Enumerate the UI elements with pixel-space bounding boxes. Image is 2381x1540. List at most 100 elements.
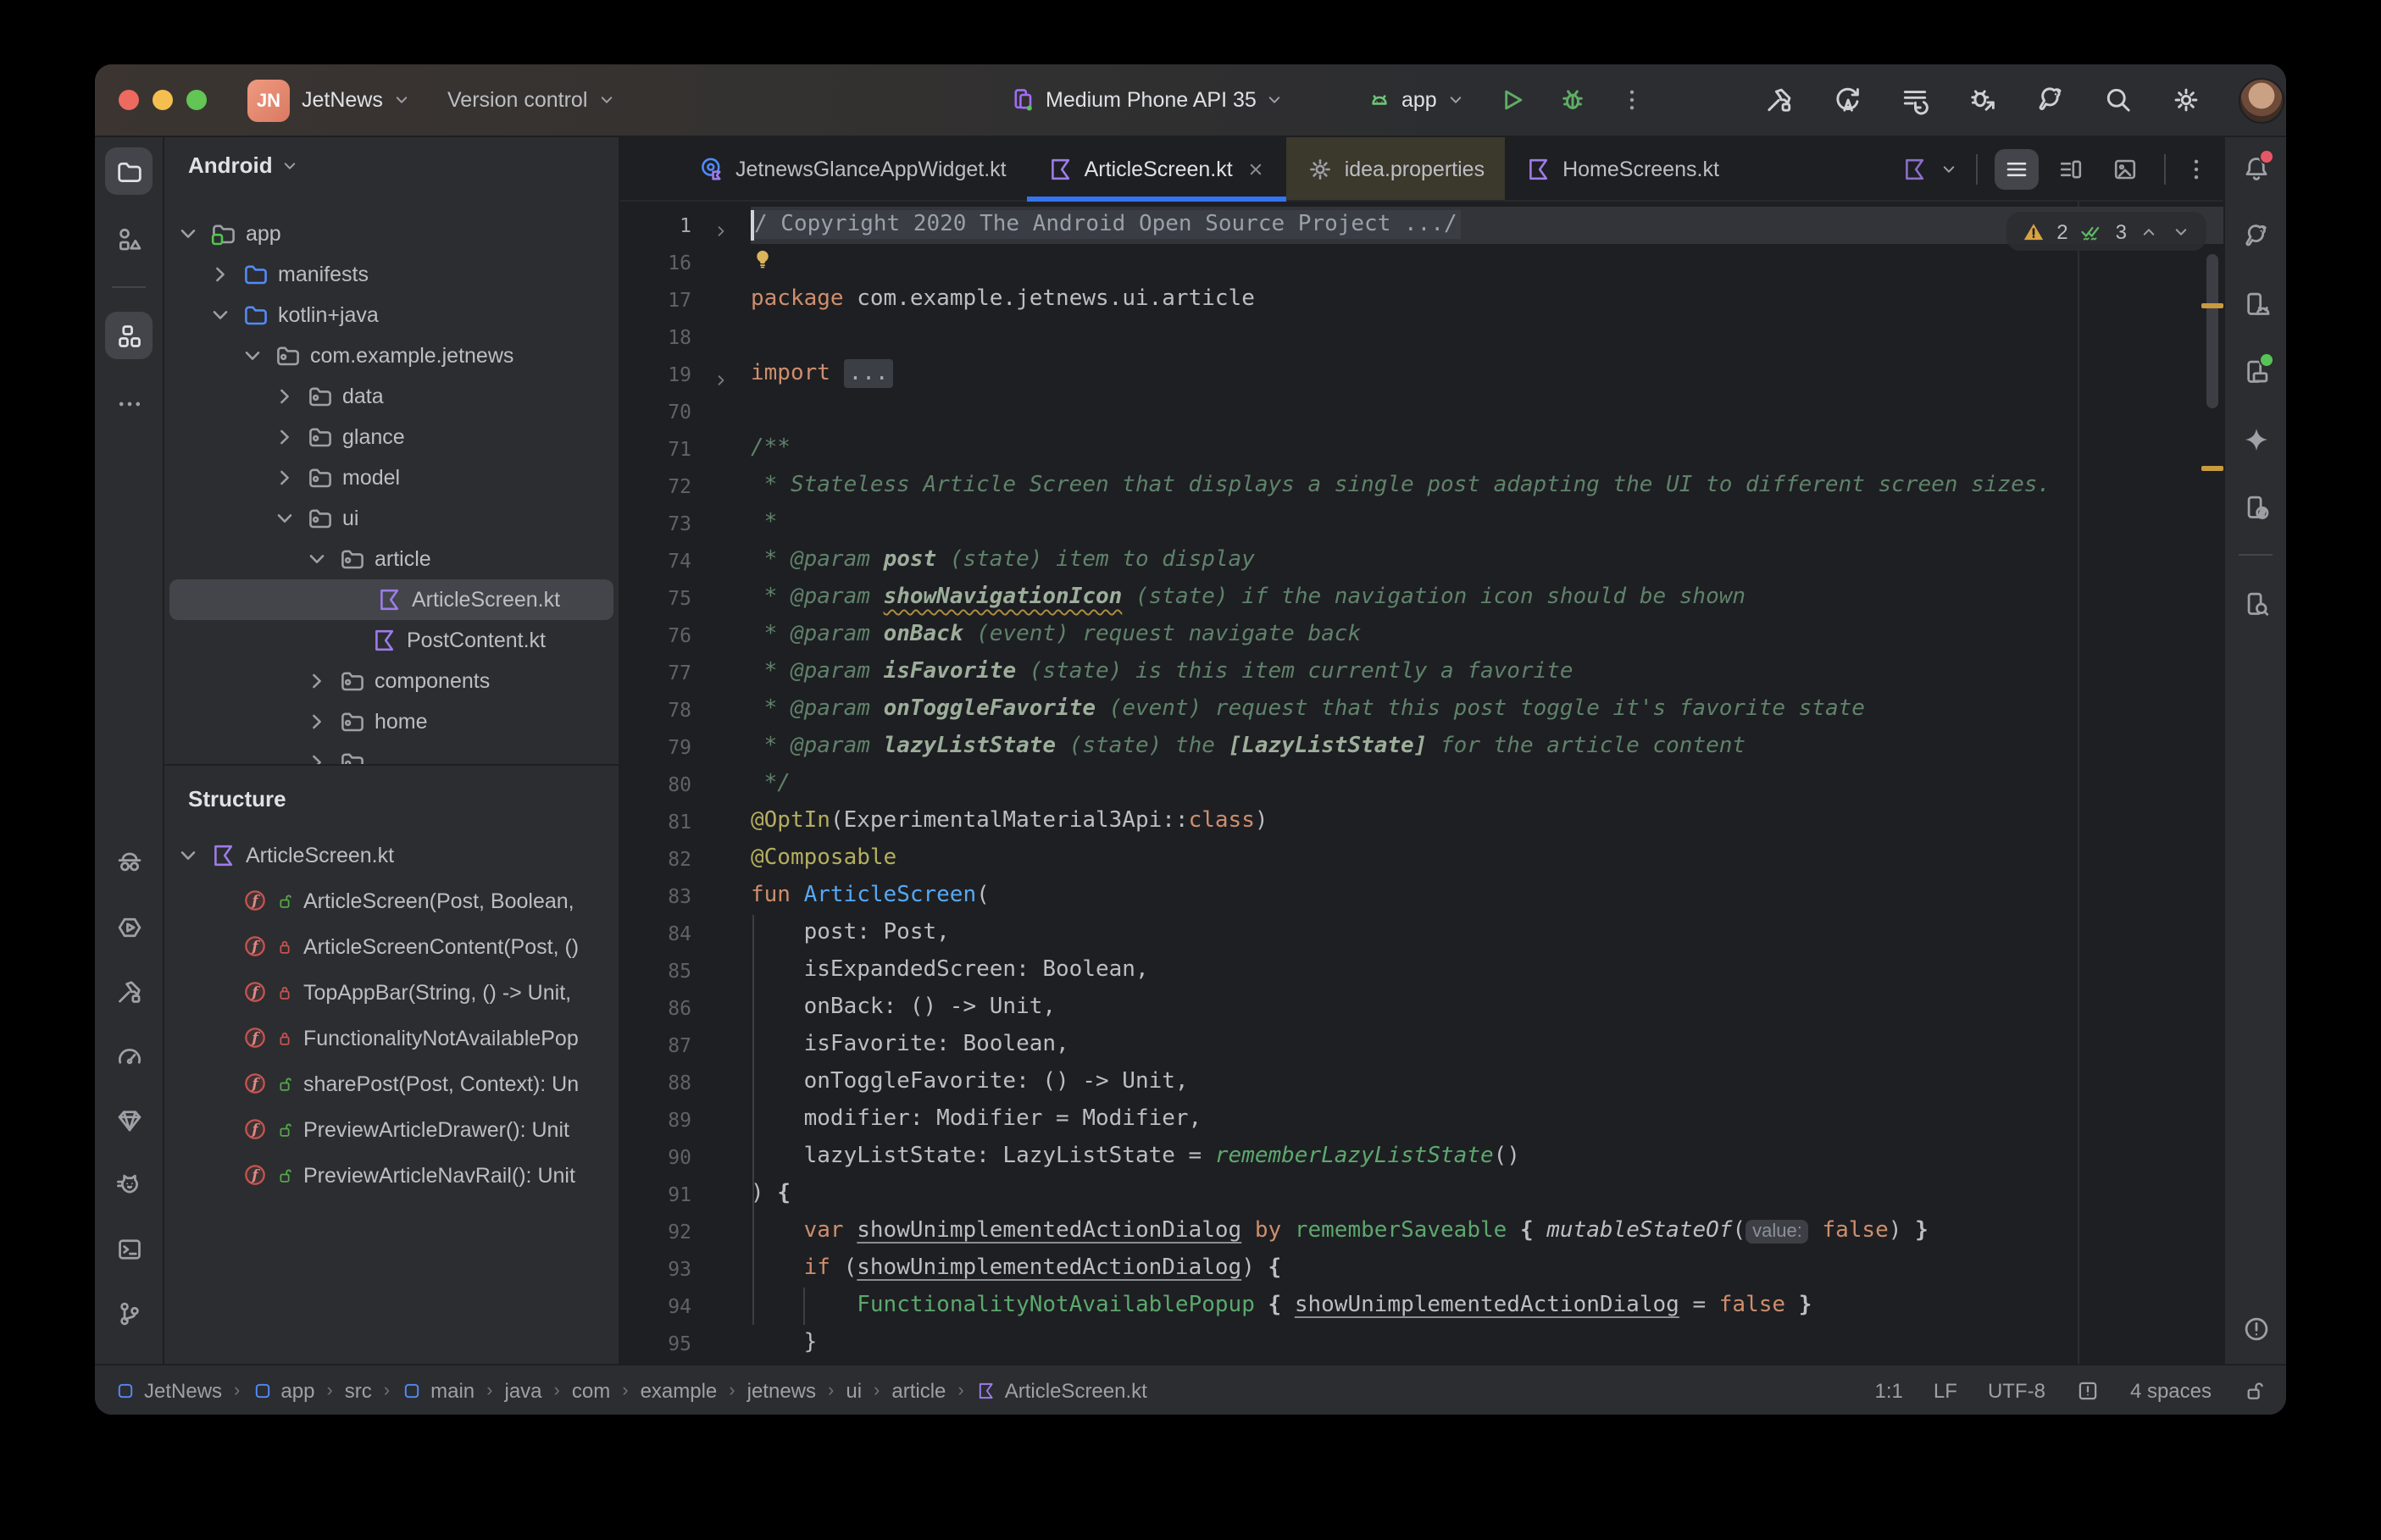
fold-marker-icon[interactable] xyxy=(712,216,730,235)
breadcrumb-com[interactable]: com xyxy=(572,1378,610,1402)
gemini-tool-button[interactable] xyxy=(2232,415,2279,463)
breadcrumb-JetNews[interactable]: JetNews xyxy=(115,1378,222,1402)
code-line-73[interactable]: 73 * xyxy=(620,505,2223,542)
apply-changes-button-apply-changes-icon[interactable] xyxy=(1832,85,1862,115)
fold-marker-icon[interactable] xyxy=(712,365,730,384)
structure-tool-button[interactable] xyxy=(105,312,153,359)
structure-item[interactable]: fPreviewArticleNavRail(): Unit xyxy=(164,1152,619,1198)
lock-open-icon[interactable] xyxy=(2242,1378,2266,1402)
project-tree-item[interactable]: app xyxy=(164,213,619,254)
code-line-76[interactable]: 76 * @param onBack (event) request navig… xyxy=(620,617,2223,654)
code-line-16[interactable]: 16 xyxy=(620,244,2223,281)
code-line-82[interactable]: 82@Composable xyxy=(620,840,2223,878)
run-config-selector[interactable]: app xyxy=(1366,86,1466,114)
code-line-92[interactable]: 92 var showUnimplementedActionDialog by … xyxy=(620,1213,2223,1250)
tab-options-button[interactable] xyxy=(2183,155,2210,182)
project-view-selector[interactable]: Android xyxy=(188,152,300,178)
inspections-widget[interactable]: 2 3 xyxy=(2006,212,2206,251)
attach-debugger-button-attach-debugger-icon[interactable] xyxy=(1968,85,1998,115)
logcat-tool-button[interactable] xyxy=(105,1161,153,1208)
design-view-button[interactable] xyxy=(2103,148,2147,189)
code-line-95[interactable]: 95 } xyxy=(620,1325,2223,1362)
running-devices-tool-button[interactable] xyxy=(105,903,153,950)
structure-item[interactable]: fArticleScreenContent(Post, () xyxy=(164,923,619,969)
breadcrumb-main[interactable]: main xyxy=(402,1378,475,1402)
close-window-button[interactable] xyxy=(119,90,139,110)
structure-item[interactable]: ArticleScreen.kt xyxy=(164,832,619,878)
code-line-71[interactable]: 71/** xyxy=(620,430,2223,468)
code-line-19[interactable]: 19import ... xyxy=(620,356,2223,393)
code-line-70[interactable]: 70 xyxy=(620,393,2223,430)
next-problem-button[interactable] xyxy=(2171,221,2191,241)
chevron-down-icon[interactable] xyxy=(175,841,202,868)
code-line-18[interactable]: 18 xyxy=(620,319,2223,356)
profiler-tool-button[interactable] xyxy=(105,1032,153,1079)
code-line-86[interactable]: 86 onBack: () -> Unit, xyxy=(620,989,2223,1027)
pane-divider[interactable] xyxy=(164,764,619,766)
structure-item[interactable]: fArticleScreen(Post, Boolean, xyxy=(164,878,619,923)
breadcrumb-ArticleScreen.kt[interactable]: ArticleScreen.kt xyxy=(976,1378,1147,1402)
project-tree-item[interactable]: model xyxy=(164,457,619,498)
code-line-89[interactable]: 89 modifier: Modifier = Modifier, xyxy=(620,1101,2223,1138)
breadcrumb-jetnews[interactable]: jetnews xyxy=(747,1378,816,1402)
gradle-sync-button-gradle-elephant-icon[interactable] xyxy=(2035,85,2066,115)
chevron-right-icon[interactable] xyxy=(303,708,330,735)
problems-tool-button[interactable] xyxy=(2232,1305,2279,1352)
code-line-87[interactable]: 87 isFavorite: Boolean, xyxy=(620,1027,2223,1064)
chevron-down-icon[interactable] xyxy=(207,302,234,329)
build-tool-button[interactable] xyxy=(105,967,153,1015)
code-line-81[interactable]: 81@OptIn(ExperimentalMaterial3Api::class… xyxy=(620,803,2223,840)
device-selector[interactable]: Medium Phone API 35 xyxy=(1010,64,1285,136)
project-tree-item[interactable]: glance xyxy=(164,417,619,457)
code-line-93[interactable]: 93 if (showUnimplementedActionDialog) { xyxy=(620,1250,2223,1288)
project-tree-item[interactable]: components xyxy=(164,661,619,701)
structure-item[interactable]: fTopAppBar(String, () -> Unit, xyxy=(164,969,619,1015)
gradle-tool-button[interactable] xyxy=(2232,212,2279,259)
code-line-17[interactable]: 17package com.example.jetnews.ui.article xyxy=(620,281,2223,319)
code-line-84[interactable]: 84 post: Post, xyxy=(620,915,2223,952)
chevron-right-icon[interactable] xyxy=(271,464,298,491)
split-view-button[interactable] xyxy=(2049,148,2093,189)
encoding-widget[interactable]: UTF-8 xyxy=(1988,1378,2045,1402)
breadcrumb-ui[interactable]: ui xyxy=(846,1378,862,1402)
inspection-level-widget[interactable] xyxy=(2076,1378,2100,1402)
code-line-78[interactable]: 78 * @param onToggleFavorite (event) req… xyxy=(620,691,2223,728)
project-tree-item[interactable]: home xyxy=(164,701,619,742)
project-tool-button[interactable] xyxy=(105,147,153,195)
code-line-77[interactable]: 77 * @param isFavorite (state) is this i… xyxy=(620,654,2223,691)
structure-item[interactable]: fFunctionalityNotAvailablePop xyxy=(164,1015,619,1061)
chevron-down-icon[interactable] xyxy=(303,546,330,573)
profiler-button-profiler-lines-icon[interactable] xyxy=(1900,85,1930,115)
code-editor[interactable]: 1/ Copyright 2020 The Android Open Sourc… xyxy=(620,202,2223,1364)
structure-item[interactable]: fPreviewArticleDrawer(): Unit xyxy=(164,1106,619,1152)
warning-stripe-mark[interactable] xyxy=(2201,303,2223,308)
project-tree-item[interactable]: ui xyxy=(164,498,619,539)
chevron-down-icon[interactable] xyxy=(271,505,298,532)
code-line-94[interactable]: 94 FunctionalityNotAvailablePopup { show… xyxy=(620,1288,2223,1325)
running-devices-tool-button[interactable] xyxy=(2232,347,2279,395)
code-line-83[interactable]: 83fun ArticleScreen( xyxy=(620,878,2223,915)
project-tree-item[interactable]: com.example.jetnews xyxy=(164,335,619,376)
resource-manager-tool-button[interactable] xyxy=(105,215,153,263)
project-tree-item[interactable]: kotlin+java xyxy=(164,295,619,335)
more-tool-windows-button[interactable] xyxy=(105,379,153,427)
device-manager-tool-button[interactable] xyxy=(2232,280,2279,327)
build-button-hammer-icon[interactable] xyxy=(1764,85,1795,115)
terminal-tool-button[interactable] xyxy=(105,1225,153,1272)
search-button-search-icon[interactable] xyxy=(2103,85,2134,115)
breadcrumb-article[interactable]: article xyxy=(891,1378,946,1402)
vcs-widget[interactable]: Version control xyxy=(447,64,616,136)
code-line-79[interactable]: 79 * @param lazyListState (state) the [L… xyxy=(620,728,2223,766)
device-mirror-tool-button[interactable] xyxy=(2232,483,2279,530)
chevron-down-icon[interactable] xyxy=(239,342,266,369)
line-separator-widget[interactable]: LF xyxy=(1934,1378,1957,1402)
tab-JetnewsGlanceAppWidget.kt[interactable]: JetnewsGlanceAppWidget.kt xyxy=(678,137,1027,200)
code-line-72[interactable]: 72 * Stateless Article Screen that displ… xyxy=(620,468,2223,505)
settings-button-settings-icon[interactable] xyxy=(2171,85,2201,115)
tab-ArticleScreen.kt[interactable]: ArticleScreen.kt xyxy=(1027,137,1287,200)
breadcrumb-src[interactable]: src xyxy=(345,1378,372,1402)
tab-HomeScreens.kt[interactable]: HomeScreens.kt xyxy=(1505,137,1740,200)
structure-item[interactable]: fsharePost(Post, Context): Un xyxy=(164,1061,619,1106)
breadcrumb-example[interactable]: example xyxy=(641,1378,718,1402)
project-tree-item[interactable]: article xyxy=(164,539,619,579)
